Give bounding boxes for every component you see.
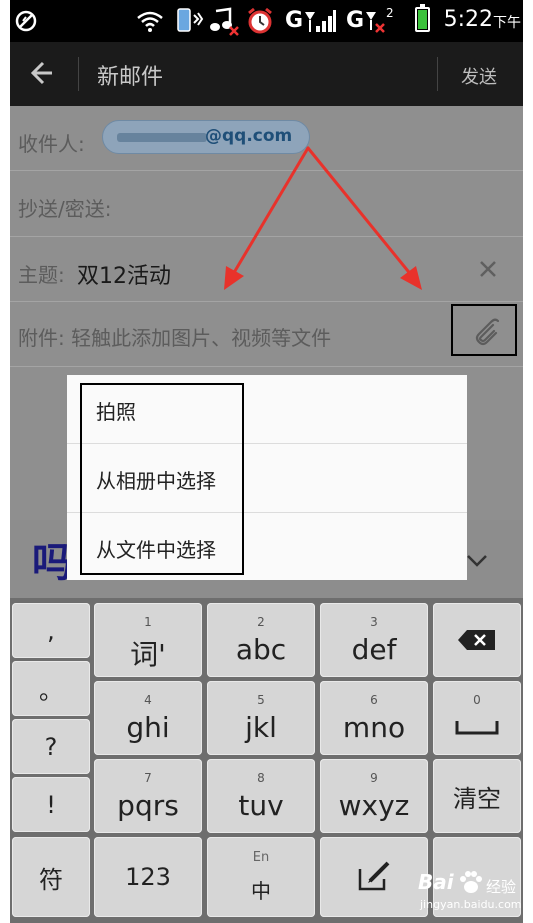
to-row[interactable]: 收件人: @qq.com: [10, 106, 523, 171]
status-time: 5:22: [443, 7, 493, 32]
signal-bars-1-icon: [305, 10, 336, 32]
status-bar: G G 2 5:22 下午: [10, 0, 523, 42]
alarm-icon: [248, 7, 272, 34]
key-1[interactable]: 1 词': [94, 603, 202, 677]
key-comma[interactable]: ,: [12, 603, 90, 658]
action-bar-divider: [437, 57, 438, 91]
key-2[interactable]: 2 abc: [207, 603, 315, 677]
watermark-brand: Bai: [418, 870, 454, 894]
action-bar: 新邮件 发送: [10, 42, 523, 106]
recipient-chip[interactable]: @qq.com: [102, 120, 310, 154]
watermark-suffix: 经验: [486, 878, 517, 896]
music-muted-icon: [210, 7, 239, 36]
backspace-key[interactable]: [433, 603, 521, 677]
clear-subject-icon[interactable]: [479, 260, 497, 278]
to-label: 收件人:: [18, 132, 85, 156]
signal-type-1: G: [285, 8, 304, 33]
wifi-icon: [137, 11, 163, 32]
subject-input[interactable]: 双12活动: [77, 258, 171, 290]
recipient-blurred-name: [117, 133, 207, 142]
send-button[interactable]: 发送: [461, 63, 497, 89]
paperclip-icon[interactable]: [471, 316, 499, 346]
action-bar-divider: [78, 57, 79, 91]
page-title: 新邮件: [97, 65, 164, 90]
no-disturb-icon: [15, 10, 37, 32]
key-3[interactable]: 3 def: [320, 603, 428, 677]
key-7[interactable]: 7 pqrs: [94, 759, 202, 833]
cc-bcc-label: 抄送/密送:: [18, 197, 112, 221]
clear-key[interactable]: 清空: [433, 759, 521, 833]
subject-label: 主题:: [18, 263, 65, 287]
symbol-key[interactable]: 符: [12, 837, 90, 917]
key-4[interactable]: 4 ghi: [94, 681, 202, 755]
paw-logo-icon: [460, 871, 482, 893]
attachment-label: 附件: 轻触此添加图片、视频等文件: [18, 326, 332, 350]
key-6[interactable]: 6 mno: [320, 681, 428, 755]
phone-screen: G G 2 5:22 下午 新邮件 发送 收件人: @qq.com 抄送/密送:…: [10, 0, 523, 923]
baidu-watermark: Bai 经验 jingyan.baidu.com: [418, 866, 523, 916]
status-ampm: 下午: [493, 15, 521, 31]
chevron-down-icon[interactable]: [466, 554, 488, 568]
signal-type-2: G: [346, 8, 365, 33]
battery-icon: [415, 4, 430, 32]
back-arrow-icon[interactable]: [30, 55, 60, 91]
backspace-icon: [458, 630, 495, 650]
ime-candidate[interactable]: 吗: [32, 530, 72, 588]
language-switch-key[interactable]: En 中: [207, 837, 315, 917]
key-question[interactable]: ?: [12, 719, 90, 774]
key-9[interactable]: 9 wxyz: [320, 759, 428, 833]
watermark-url: jingyan.baidu.com: [420, 898, 522, 911]
key-exclaim[interactable]: !: [12, 777, 90, 832]
recipient-domain: @qq.com: [205, 126, 293, 146]
signal-sim-index: 2: [386, 6, 394, 20]
digits-key[interactable]: 123: [94, 837, 202, 917]
options-highlight-box: [80, 383, 244, 575]
vibrate-icon: [177, 8, 204, 32]
space-icon: [455, 721, 499, 735]
cc-bcc-row[interactable]: 抄送/密送:: [10, 171, 523, 237]
handwriting-key[interactable]: [320, 837, 428, 917]
space-key[interactable]: 0: [433, 681, 521, 755]
key-period[interactable]: 。: [12, 661, 90, 716]
attachment-row[interactable]: 附件: 轻触此添加图片、视频等文件: [10, 302, 523, 367]
attachment-source-dialog: 拍照 从相册中选择 从文件中选择: [67, 375, 467, 580]
handwriting-icon: [358, 861, 390, 891]
key-8[interactable]: 8 tuv: [207, 759, 315, 833]
key-5[interactable]: 5 jkl: [207, 681, 315, 755]
attachment-highlight[interactable]: [451, 304, 517, 356]
